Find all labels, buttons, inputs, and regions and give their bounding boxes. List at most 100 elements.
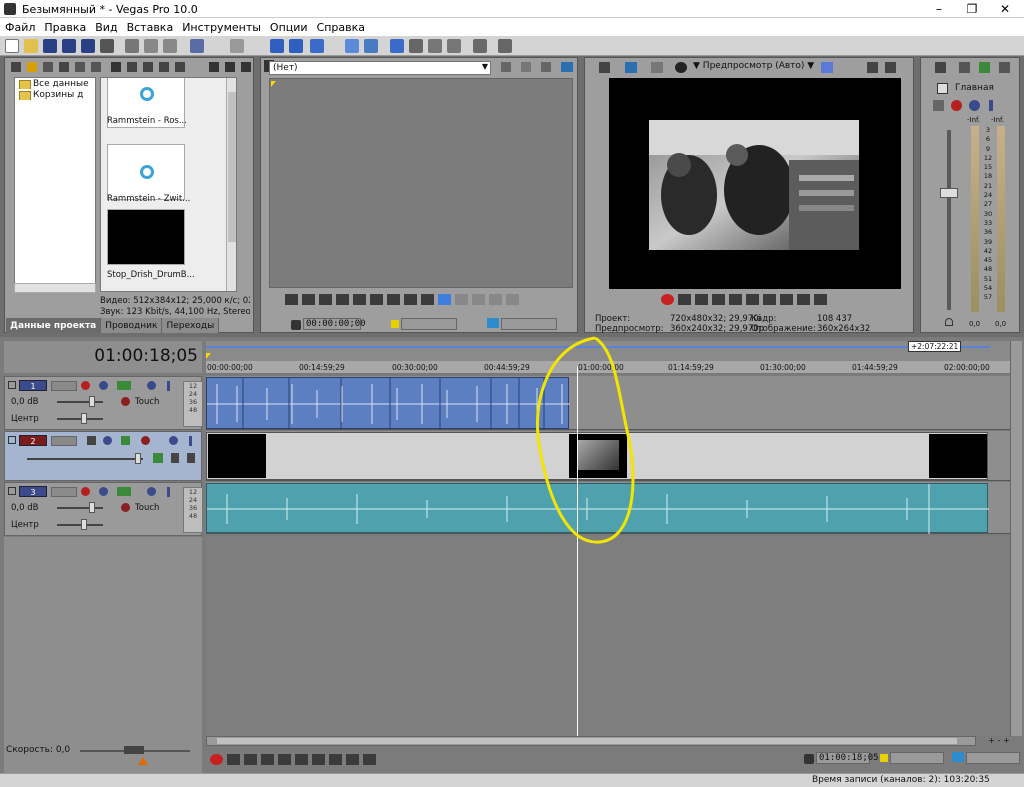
media-thumb-2[interactable] [107, 144, 185, 200]
selection-length-field[interactable] [890, 752, 944, 764]
autocrossfade-icon[interactable] [289, 39, 303, 53]
lock-envelope-icon[interactable] [345, 39, 359, 53]
motion-icon[interactable] [87, 436, 96, 445]
master-record-icon[interactable] [951, 100, 962, 111]
capture-icon[interactable] [27, 62, 37, 72]
normal-edit-icon[interactable] [390, 39, 404, 53]
tree-item-bins[interactable]: Корзины д [15, 89, 95, 100]
prev-marker-icon[interactable] [404, 294, 417, 305]
mute-icon[interactable] [147, 381, 156, 390]
collapse-icon[interactable] [8, 487, 16, 495]
lock-icon[interactable] [804, 754, 814, 764]
insert-after-icon[interactable] [472, 294, 485, 305]
paste-icon[interactable] [163, 39, 177, 53]
trimmer-add-icon[interactable] [501, 62, 511, 72]
copy-icon[interactable] [144, 39, 158, 53]
menu-tools[interactable]: Инструменты [177, 18, 265, 34]
menu-view[interactable]: Вид [90, 18, 121, 34]
prev-frame-icon[interactable] [797, 294, 810, 305]
menu-edit[interactable]: Правка [39, 18, 90, 34]
insert-before-icon[interactable] [455, 294, 468, 305]
redo-icon[interactable] [230, 39, 244, 53]
play-icon[interactable] [209, 62, 219, 72]
import-icon[interactable] [11, 62, 21, 72]
delete-icon[interactable] [111, 62, 121, 72]
next-frame-icon[interactable] [363, 754, 376, 765]
arm-record-icon[interactable] [81, 487, 90, 496]
add-to-timeline-icon[interactable] [438, 294, 451, 305]
arm-record-icon[interactable] [81, 381, 90, 390]
next-marker-icon[interactable] [421, 294, 434, 305]
external-monitor-icon[interactable] [625, 62, 637, 73]
render-icon[interactable] [81, 39, 95, 53]
prev-frame-icon[interactable] [346, 754, 359, 765]
master-solo-icon[interactable] [969, 100, 980, 111]
play-from-start-icon[interactable] [695, 294, 708, 305]
go-to-end-icon[interactable] [780, 294, 793, 305]
trimmer-monitor-icon[interactable] [561, 62, 573, 72]
track-name-field[interactable] [51, 487, 77, 497]
tab-transitions[interactable]: Переходы [162, 318, 220, 333]
preview-properties-icon[interactable] [599, 62, 610, 73]
compositing-icon[interactable] [103, 436, 112, 445]
zoom-edit-icon[interactable] [447, 39, 461, 53]
selection-edit-icon[interactable] [428, 39, 442, 53]
dim-icon[interactable] [979, 62, 990, 73]
master-fader[interactable] [940, 188, 958, 198]
track-header-2[interactable]: 2 [4, 431, 202, 481]
pause-icon[interactable] [278, 754, 291, 765]
region-length-field[interactable] [966, 752, 1020, 764]
close-button[interactable]: ✕ [988, 0, 1022, 18]
save-snapshot-icon[interactable] [885, 62, 896, 73]
remove-media-icon[interactable] [59, 62, 69, 72]
mute-icon[interactable] [169, 436, 178, 445]
solo-icon[interactable] [189, 436, 192, 446]
tags-icon[interactable] [159, 62, 169, 72]
pan-slider[interactable] [81, 519, 87, 530]
open-icon[interactable] [24, 39, 38, 53]
automation-mode[interactable]: Touch [135, 503, 159, 513]
trimmer-selection-field[interactable] [401, 318, 457, 330]
autopreview-icon[interactable] [241, 62, 251, 72]
video-fx-icon[interactable] [651, 62, 663, 73]
overlays-icon[interactable] [821, 62, 833, 73]
downmix-icon[interactable] [959, 62, 970, 73]
record-icon[interactable] [210, 754, 223, 765]
tree-item-all-media[interactable]: Все данные [15, 78, 95, 89]
solo-icon[interactable] [167, 381, 170, 391]
track-name-field[interactable] [51, 381, 77, 391]
stop-icon[interactable] [295, 754, 308, 765]
maximize-button[interactable]: ❐ [955, 0, 989, 18]
save-as-icon[interactable] [62, 39, 76, 53]
automation-mode[interactable]: Touch [135, 397, 159, 407]
menu-insert[interactable]: Вставка [122, 18, 178, 34]
fill-icon[interactable] [489, 294, 502, 305]
minimize-button[interactable]: – [922, 0, 956, 18]
loop-icon[interactable] [285, 294, 298, 305]
empty-track-area[interactable] [206, 536, 1010, 736]
go-to-end-icon[interactable] [329, 754, 342, 765]
menu-help[interactable]: Справка [312, 18, 369, 34]
preview-quality-dropdown[interactable]: ▼ Предпросмотр (Авто) ▼ [693, 61, 814, 71]
level-slider[interactable] [135, 453, 141, 464]
tab-project-media[interactable]: Данные проекта [6, 318, 102, 333]
save-icon[interactable] [43, 39, 57, 53]
track-fx-icon[interactable] [117, 381, 131, 390]
trimmer-close-icon[interactable] [541, 62, 551, 72]
pan-slider[interactable] [81, 413, 87, 424]
help-icon[interactable] [498, 39, 512, 53]
lock-icon[interactable] [291, 320, 301, 330]
copy-snapshot-icon[interactable] [867, 62, 878, 73]
track-fx-icon[interactable] [117, 487, 131, 496]
trimmer-viewer[interactable] [269, 78, 573, 288]
ripple-icon[interactable] [310, 39, 324, 53]
zoom-controls[interactable]: + - + [978, 736, 1020, 746]
audio-clip-1[interactable] [206, 377, 570, 430]
tab-explorer[interactable]: Проводник [101, 318, 163, 333]
mute-icon[interactable] [147, 487, 156, 496]
timeline-timecode[interactable]: 01:00:18;05 [94, 346, 198, 366]
bottom-timecode[interactable]: 01:00:18;05 [816, 752, 879, 764]
phase-icon[interactable] [99, 381, 108, 390]
make-child-icon[interactable] [187, 453, 195, 463]
pause-icon[interactable] [729, 294, 742, 305]
